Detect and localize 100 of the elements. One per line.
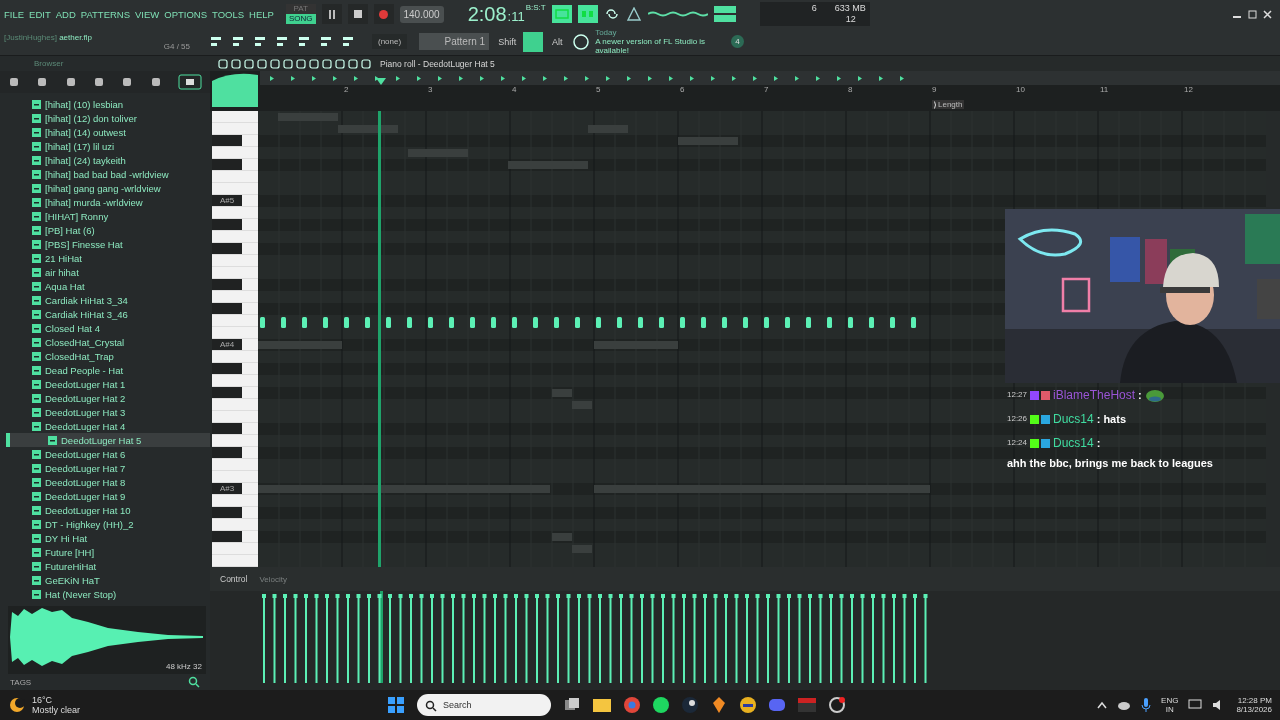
start-icon[interactable] xyxy=(388,697,404,713)
tool-icon[interactable] xyxy=(244,58,254,69)
browser-item[interactable]: DeedotLuger Hat 8 xyxy=(0,475,210,489)
task-view-icon[interactable] xyxy=(564,697,580,713)
velocity-bar[interactable] xyxy=(808,594,812,683)
velocity-bar[interactable] xyxy=(367,594,371,683)
piano-key[interactable]: A#5 xyxy=(212,195,242,206)
note[interactable] xyxy=(281,317,286,328)
browser-item[interactable]: GeEKiN HaT xyxy=(0,573,210,587)
browser-filter-icon[interactable] xyxy=(8,76,21,88)
pattern-selector[interactable]: Pattern 1 xyxy=(419,33,490,50)
app-icon[interactable] xyxy=(829,697,845,713)
marker-arrow[interactable] xyxy=(333,76,337,81)
note[interactable] xyxy=(407,317,412,328)
browser-item[interactable]: [hihat] murda -wrldview xyxy=(0,195,210,209)
velocity-bar[interactable] xyxy=(734,594,739,683)
marker-arrow[interactable] xyxy=(669,76,673,81)
velocity-bar[interactable] xyxy=(377,594,382,683)
browser-item[interactable]: DeedotLuger Hat 1 xyxy=(0,377,210,391)
velocity-bar[interactable] xyxy=(566,594,571,683)
velocity-bar[interactable] xyxy=(818,594,823,683)
note[interactable] xyxy=(302,317,307,328)
menu-item[interactable]: VIEW xyxy=(135,8,160,20)
step-edit-button[interactable] xyxy=(577,5,598,23)
browser-filter-icon[interactable] xyxy=(93,76,105,88)
menu-item[interactable]: TOOLS xyxy=(212,8,245,20)
velocity-bar[interactable] xyxy=(419,594,424,683)
tempo-display[interactable]: 140.000 xyxy=(399,5,444,23)
marker-arrow[interactable] xyxy=(501,76,505,81)
velocity-bar[interactable] xyxy=(283,594,287,683)
velocity-bar[interactable] xyxy=(556,594,560,683)
browser-item[interactable]: [hihat] (14) outwest xyxy=(0,125,210,139)
note[interactable] xyxy=(680,317,685,328)
app-icon[interactable] xyxy=(740,697,756,713)
note[interactable] xyxy=(701,317,706,328)
velocity-bar[interactable] xyxy=(881,594,886,683)
loop-icon[interactable] xyxy=(603,8,620,20)
velocity-bar[interactable] xyxy=(745,594,749,683)
velocity-bar[interactable] xyxy=(430,594,434,683)
velocity-bar[interactable] xyxy=(545,594,550,683)
tool-icon[interactable] xyxy=(335,58,345,69)
velocity-bar[interactable] xyxy=(682,594,686,683)
velocity-bar[interactable] xyxy=(797,594,802,683)
menu-item[interactable]: OPTIONS xyxy=(164,8,208,20)
note[interactable] xyxy=(323,317,328,328)
velocity-bar[interactable] xyxy=(503,594,508,683)
game-launcher-icon[interactable] xyxy=(682,697,698,713)
browser-item[interactable]: [PB] Hat (6) xyxy=(0,223,210,237)
velocity-bar[interactable] xyxy=(514,594,518,683)
note[interactable] xyxy=(785,317,790,328)
news-badge[interactable]: 4 xyxy=(731,35,744,48)
menu-item[interactable]: FILE xyxy=(4,8,25,20)
velocity-bar[interactable] xyxy=(335,594,340,683)
velocity-bar[interactable] xyxy=(923,594,928,683)
search-icon[interactable] xyxy=(188,676,200,688)
browser-item[interactable]: FutureHiHat xyxy=(0,559,210,573)
note[interactable] xyxy=(764,317,769,328)
pause-button[interactable] xyxy=(321,4,342,24)
language[interactable]: ENG xyxy=(1161,696,1179,705)
note[interactable] xyxy=(470,317,475,328)
velocity-bar[interactable] xyxy=(577,594,581,683)
metronome-icon[interactable] xyxy=(625,7,642,21)
marker-arrow[interactable] xyxy=(459,76,463,81)
browser-item[interactable]: Cardiak HiHat 3_34 xyxy=(0,293,210,307)
daw-icon[interactable] xyxy=(711,697,727,713)
marker-arrow[interactable] xyxy=(774,76,778,81)
browser-item[interactable]: Future [HH] xyxy=(0,545,210,559)
browser-item[interactable]: [hihat] (10) lesbian xyxy=(0,97,210,111)
snap-selector[interactable]: (none) xyxy=(372,34,408,49)
velocity-bar[interactable] xyxy=(608,594,613,683)
velocity-bar[interactable] xyxy=(272,594,277,683)
marker-arrow[interactable] xyxy=(543,76,547,81)
note[interactable] xyxy=(659,317,664,328)
tool-icon[interactable] xyxy=(348,58,358,69)
velocity-bar[interactable] xyxy=(619,594,623,683)
marker-arrow[interactable] xyxy=(711,76,715,81)
velocity-bar[interactable] xyxy=(776,594,781,683)
velocity-bar[interactable] xyxy=(409,594,413,683)
browser-item[interactable]: ClosedHat_Trap xyxy=(0,349,210,363)
sample-filter-icon[interactable] xyxy=(177,74,202,90)
tool-icon[interactable] xyxy=(231,58,241,69)
velocity-bar[interactable] xyxy=(755,594,760,683)
keyboard-region[interactable]: IN xyxy=(1165,705,1174,714)
piano-key[interactable]: A#3 xyxy=(212,483,242,494)
browser-item[interactable]: Hat (Never Stop) xyxy=(0,587,210,601)
velocity-bar[interactable] xyxy=(493,594,497,683)
note[interactable] xyxy=(722,317,727,328)
browser-item[interactable]: DeedotLuger Hat 4 xyxy=(0,419,210,433)
velocity-bar[interactable] xyxy=(524,594,529,683)
note[interactable] xyxy=(260,317,265,328)
menu-item[interactable]: ADD xyxy=(55,8,76,20)
length-marker[interactable]: Length xyxy=(932,100,965,109)
menu-item[interactable]: PATTERNS xyxy=(80,8,131,20)
note[interactable] xyxy=(533,317,538,328)
browser-item[interactable]: [HIHAT] Ronny xyxy=(0,209,210,223)
marker-arrow[interactable] xyxy=(627,76,631,81)
search-field[interactable]: Search xyxy=(417,694,551,716)
velocity-bar[interactable] xyxy=(787,594,791,683)
note[interactable] xyxy=(512,317,517,328)
velocity-bar[interactable] xyxy=(388,594,392,683)
